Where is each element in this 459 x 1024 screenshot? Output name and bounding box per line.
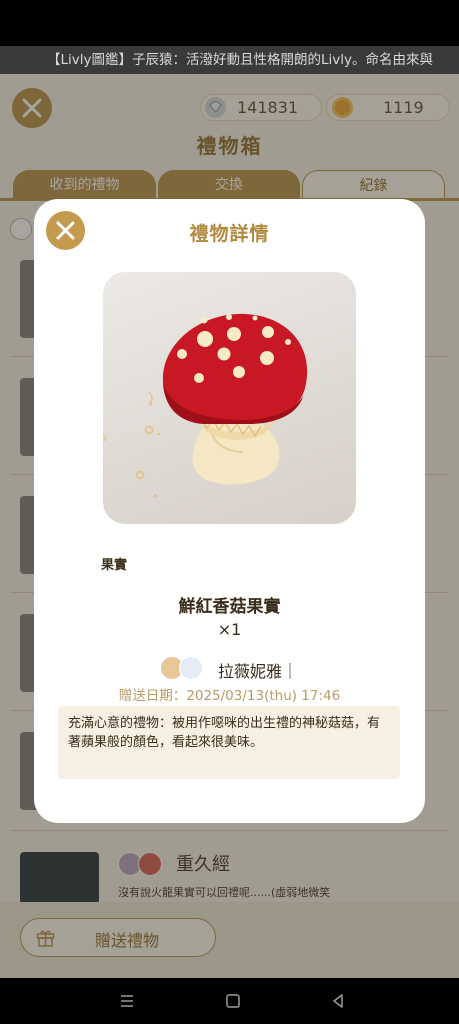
avatar xyxy=(179,656,203,680)
modal-title: 禮物詳情 xyxy=(189,223,270,245)
ticker-text: 【Livly圖鑑】子辰猿：活潑好動且性格開朗的Livly。命名由來與 xyxy=(47,52,434,68)
gift-quantity: ×1 xyxy=(217,620,242,639)
gift-image xyxy=(103,272,356,524)
gift-name: 鮮紅香菇果實 xyxy=(178,597,281,617)
news-ticker[interactable]: 【Livly圖鑑】子辰猿：活潑好動且性格開朗的Livly。命名由來與 xyxy=(0,46,459,74)
home-icon[interactable] xyxy=(224,992,242,1010)
mushroom-illustration xyxy=(103,313,308,498)
menu-icon[interactable] xyxy=(118,992,136,1010)
gift-description: 充滿心意的禮物：被用作噁咪的出生禮的神秘菇菇，有著蘋果般的顏色，看起來很美味。 xyxy=(68,716,381,750)
status-bar xyxy=(0,0,459,46)
back-icon[interactable] xyxy=(329,992,347,1010)
gift-description-box: 充滿心意的禮物：被用作噁咪的出生禮的神秘菇菇，有著蘋果般的顏色，看起來很美味。 xyxy=(58,706,400,779)
gift-detail-modal: 禮物詳情 果實 鮮紅香菇果實 ×1 拉薇妮雅｜ 贈送日期：2025/03/13(… xyxy=(34,199,425,823)
system-nav-bar xyxy=(0,978,459,1024)
send-date: 贈送日期：2025/03/13(thu) 17:46 xyxy=(118,688,341,704)
gift-category: 果實 xyxy=(101,558,128,573)
sender-name: 拉薇妮雅｜ xyxy=(218,662,299,681)
